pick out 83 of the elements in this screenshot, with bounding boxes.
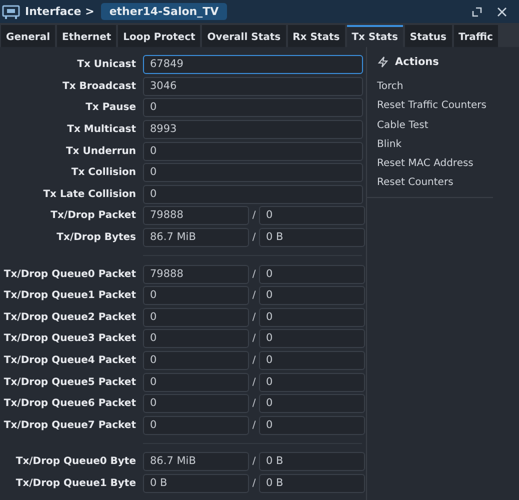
input-field[interactable]: 0 — [259, 308, 365, 327]
input-field[interactable]: 0 — [143, 286, 249, 306]
close-icon[interactable] — [497, 6, 507, 16]
input-field[interactable]: 0 — [143, 184, 363, 204]
input-field[interactable]: 0 — [259, 286, 365, 306]
input-field[interactable]: 0 B — [259, 474, 365, 493]
restore-icon[interactable] — [472, 6, 482, 16]
breadcrumb-link[interactable]: Interface > — [25, 5, 94, 18]
input-field[interactable]: 79888 — [143, 264, 249, 284]
input-field[interactable]: 79888 — [143, 206, 249, 226]
action-link[interactable]: Blink — [377, 134, 402, 154]
input-field[interactable]: 0 B — [143, 474, 249, 493]
field-label: Tx/Drop Packet — [50, 210, 137, 222]
field-label: Tx/Drop Bytes — [56, 232, 137, 244]
input-field[interactable]: 0 — [143, 329, 249, 348]
tab[interactable]: Rx Stats — [288, 25, 345, 47]
action-link[interactable]: Cable Test — [377, 116, 428, 135]
separator-slash: / — [251, 355, 257, 366]
separator-slash: / — [251, 268, 257, 280]
window-title: ether14-Salon_TV — [101, 3, 227, 20]
field-label: Tx/Drop Queue6 Packet — [2, 398, 137, 410]
input-field[interactable]: 0 — [259, 394, 365, 414]
separator-slash: / — [251, 333, 257, 344]
network-port-icon — [2, 4, 20, 18]
actions-heading: Actions — [395, 56, 439, 68]
input-field[interactable]: 0 — [143, 394, 249, 414]
action-link[interactable]: Reset Traffic Counters — [377, 96, 487, 116]
input-field[interactable]: 0 B — [259, 452, 365, 472]
input-field[interactable]: 0 — [259, 372, 365, 392]
field-label: Tx Unicast — [76, 59, 137, 70]
tab[interactable]: Tx Stats — [346, 25, 403, 47]
input-field[interactable]: 8993 — [143, 120, 363, 140]
separator-slash: / — [251, 312, 257, 323]
field-label: Tx Collision — [70, 167, 137, 178]
separator-slash: / — [251, 420, 257, 431]
input-field[interactable]: 0 B — [259, 228, 365, 248]
separator-slash: / — [251, 456, 257, 468]
field-label: Tx/Drop Queue5 Packet — [2, 376, 137, 388]
field-label: Tx/Drop Queue0 Packet — [2, 268, 137, 280]
separator-slash: / — [251, 210, 257, 222]
tab[interactable]: Traffic — [454, 25, 498, 47]
action-link[interactable]: Reset Counters — [377, 173, 454, 193]
input-field[interactable]: 86.7 MiB — [143, 228, 249, 248]
field-label: Tx/Drop Queue7 Packet — [2, 420, 137, 431]
input-field[interactable]: 0 — [143, 142, 363, 161]
input-field[interactable]: 0 — [259, 351, 365, 370]
input-field[interactable]: 0 — [259, 416, 365, 435]
input-field[interactable]: 0 — [143, 351, 249, 370]
field-label: Tx/Drop Queue1 Byte — [14, 478, 137, 489]
separator-slash: / — [251, 232, 257, 244]
tab[interactable]: Ethernet — [57, 25, 116, 47]
tab[interactable]: Status — [404, 25, 452, 47]
field-label: Tx Late Collision — [42, 188, 137, 200]
input-field[interactable]: 67849 — [143, 55, 363, 74]
separator-slash: / — [251, 290, 257, 302]
separator-slash: / — [251, 398, 257, 410]
field-label: Tx Broadcast — [62, 80, 137, 92]
separator-slash: / — [251, 478, 257, 489]
field-label: Tx Multicast — [66, 124, 137, 136]
input-field[interactable]: 0 — [143, 372, 249, 392]
field-label: Tx/Drop Queue4 Packet — [2, 355, 137, 366]
action-link[interactable]: Reset MAC Address — [377, 154, 474, 174]
tab[interactable]: Overall Stats — [202, 25, 286, 47]
lightning-icon — [377, 56, 389, 68]
input-field[interactable]: 0 — [143, 308, 249, 327]
field-label: Tx Pause — [84, 102, 137, 114]
tab[interactable]: General — [1, 25, 55, 47]
input-field[interactable]: 0 — [259, 206, 365, 226]
input-field[interactable]: 0 — [259, 264, 365, 284]
field-label: Tx/Drop Queue3 Packet — [2, 333, 137, 344]
input-field[interactable]: 0 — [143, 416, 249, 435]
input-field[interactable]: 3046 — [143, 76, 363, 96]
input-field[interactable]: 0 — [259, 329, 365, 348]
input-field[interactable]: 0 — [143, 163, 363, 182]
field-label: Tx Underrun — [64, 146, 137, 157]
field-label: Tx/Drop Queue2 Packet — [2, 312, 137, 323]
separator-slash: / — [251, 376, 257, 388]
field-label: Tx/Drop Queue1 Packet — [2, 290, 137, 302]
action-link[interactable]: Torch — [377, 77, 404, 96]
tab[interactable]: Loop Protect — [118, 25, 200, 47]
input-field[interactable]: 0 — [143, 98, 363, 118]
input-field[interactable]: 86.7 MiB — [143, 452, 249, 472]
field-label: Tx/Drop Queue0 Byte — [14, 456, 137, 468]
